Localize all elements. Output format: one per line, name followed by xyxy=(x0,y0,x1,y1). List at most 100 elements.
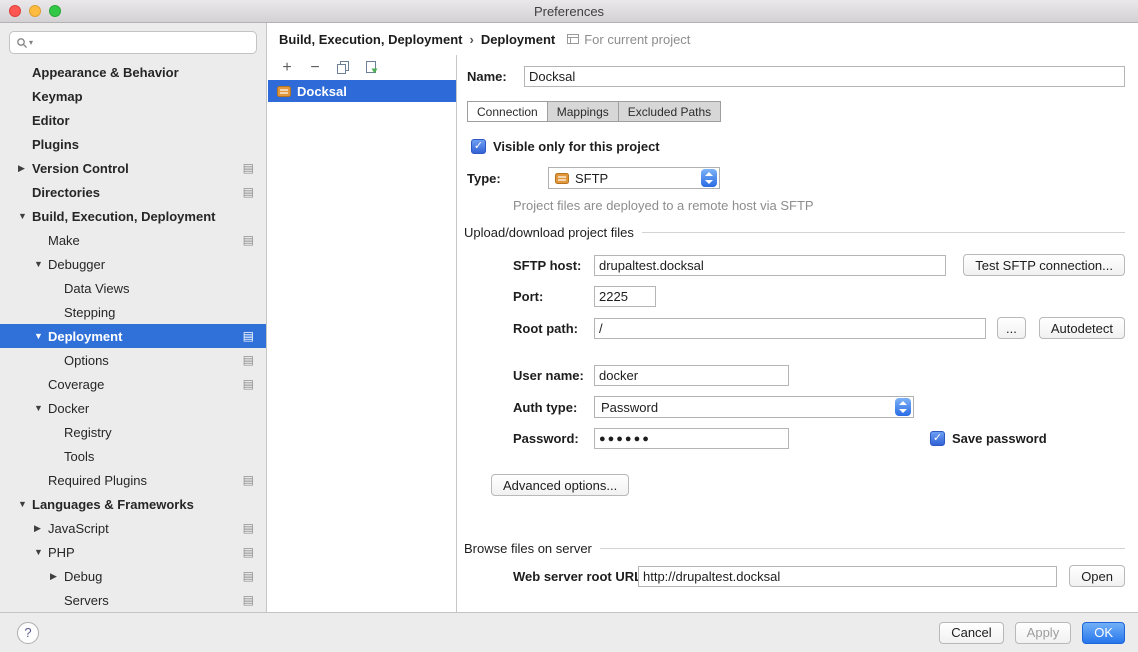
expand-arrow-icon[interactable]: ▼ xyxy=(34,331,48,341)
expand-arrow-icon[interactable]: ▼ xyxy=(18,499,32,509)
sidebar-item-version-control[interactable]: ▶Version Control ▤ xyxy=(0,156,266,180)
sidebar-item-stepping[interactable]: Stepping xyxy=(0,300,266,324)
web-root-row: Web server root URL: Open xyxy=(513,565,1125,587)
server-list-item-docksal[interactable]: Docksal xyxy=(268,80,456,102)
window-controls xyxy=(9,5,61,17)
dropdown-stepper-icon[interactable] xyxy=(895,398,911,416)
test-sftp-connection-button[interactable]: Test SFTP connection... xyxy=(963,254,1125,276)
help-button[interactable]: ? xyxy=(17,622,39,644)
sftp-host-label: SFTP host: xyxy=(513,258,594,273)
sidebar-item-build-execution-deployment[interactable]: ▼Build, Execution, Deployment xyxy=(0,204,266,228)
close-button[interactable] xyxy=(9,5,21,17)
tab-connection[interactable]: Connection xyxy=(467,101,548,122)
remove-button[interactable]: − xyxy=(307,60,323,76)
advanced-options-button[interactable]: Advanced options... xyxy=(491,474,629,496)
sidebar-item-label: JavaScript xyxy=(48,521,109,536)
expand-arrow-icon[interactable]: ▼ xyxy=(34,403,48,413)
expand-arrow-icon[interactable]: ▶ xyxy=(18,163,32,174)
sidebar-item-label: Plugins xyxy=(32,137,79,152)
sidebar-item-label: Servers xyxy=(64,593,109,608)
sidebar-item-label: Appearance & Behavior xyxy=(32,65,179,80)
chevron-down-icon[interactable]: ▾ xyxy=(29,38,33,47)
window-title: Preferences xyxy=(534,4,604,19)
name-field[interactable] xyxy=(524,66,1125,87)
project-settings-icon: ▤ xyxy=(243,570,254,582)
sidebar-item-required-plugins[interactable]: Required Plugins▤ xyxy=(0,468,266,492)
sidebar-item-tools[interactable]: Tools xyxy=(0,444,266,468)
zoom-button[interactable] xyxy=(49,5,61,17)
add-button[interactable]: + xyxy=(279,60,295,76)
ok-button[interactable]: OK xyxy=(1082,622,1125,644)
sidebar-item-php[interactable]: ▼PHP ▤ xyxy=(0,540,266,564)
sidebar-item-make[interactable]: Make▤ xyxy=(0,228,266,252)
project-settings-icon: ▤ xyxy=(243,546,254,558)
tab-excluded-paths[interactable]: Excluded Paths xyxy=(618,101,721,122)
password-field[interactable] xyxy=(594,428,789,449)
sidebar-item-label: Make xyxy=(48,233,80,248)
sidebar-item-label: Version Control xyxy=(32,161,129,176)
sidebar-item-editor[interactable]: Editor xyxy=(0,108,266,132)
type-select[interactable]: SFTP xyxy=(548,167,720,189)
sidebar-item-servers[interactable]: Servers ▤ xyxy=(0,588,266,612)
sidebar-item-data-views[interactable]: Data Views xyxy=(0,276,266,300)
breadcrumb-separator: › xyxy=(469,32,473,47)
search-input[interactable] xyxy=(34,33,250,52)
sidebar-item-coverage[interactable]: Coverage▤ xyxy=(0,372,266,396)
dropdown-stepper-icon[interactable] xyxy=(701,169,717,187)
sidebar-item-debugger[interactable]: ▼Debugger xyxy=(0,252,266,276)
apply-button[interactable]: Apply xyxy=(1015,622,1072,644)
expand-arrow-icon[interactable]: ▼ xyxy=(34,547,48,557)
sidebar-item-registry[interactable]: Registry xyxy=(0,420,266,444)
save-password-checkbox[interactable]: ✓ xyxy=(930,431,945,446)
sidebar-item-options[interactable]: Options▤ xyxy=(0,348,266,372)
section-divider xyxy=(600,548,1125,549)
copy-button[interactable] xyxy=(335,60,351,76)
user-name-field[interactable] xyxy=(594,365,789,386)
sidebar-item-languages-frameworks[interactable]: ▼Languages & Frameworks xyxy=(0,492,266,516)
sidebar-item-label: Registry xyxy=(64,425,112,440)
sidebar-item-javascript[interactable]: ▶JavaScript▤ xyxy=(0,516,266,540)
paste-button[interactable] xyxy=(363,60,379,76)
upload-section-title: Upload/download project files xyxy=(464,225,634,240)
tab-mappings[interactable]: Mappings xyxy=(547,101,619,122)
type-hint: Project files are deployed to a remote h… xyxy=(513,198,1125,213)
deployment-form: Name: Connection Mappings Excluded Paths… xyxy=(458,55,1138,612)
sidebar-item-label: Build, Execution, Deployment xyxy=(32,209,215,224)
project-settings-icon: ▤ xyxy=(243,162,254,174)
connection-tabs: Connection Mappings Excluded Paths xyxy=(467,101,1138,122)
breadcrumb-build-execution-deployment[interactable]: Build, Execution, Deployment xyxy=(279,32,462,47)
expand-arrow-icon[interactable]: ▼ xyxy=(34,259,48,269)
sidebar-item-keymap[interactable]: Keymap xyxy=(0,84,266,108)
port-field[interactable] xyxy=(594,286,656,307)
sidebar-item-plugins[interactable]: Plugins xyxy=(0,132,266,156)
auth-type-select[interactable]: Password xyxy=(594,396,914,418)
password-label: Password: xyxy=(513,431,594,446)
sidebar-item-docker[interactable]: ▼Docker xyxy=(0,396,266,420)
sidebar-item-directories[interactable]: Directories▤ xyxy=(0,180,266,204)
root-path-row: Root path: ... Autodetect xyxy=(513,317,1125,339)
sidebar-item-appearance-behavior[interactable]: Appearance & Behavior xyxy=(0,60,266,84)
sidebar-item-label: Directories xyxy=(32,185,100,200)
sidebar-item-debug[interactable]: ▶Debug▤ xyxy=(0,564,266,588)
sidebar-item-label: PHP xyxy=(48,545,75,560)
settings-search-box[interactable]: ▾ xyxy=(9,31,257,54)
root-path-field[interactable] xyxy=(594,318,986,339)
sftp-host-field[interactable] xyxy=(594,255,946,276)
port-row: Port: xyxy=(513,286,1125,307)
expand-arrow-icon[interactable]: ▶ xyxy=(34,523,48,534)
expand-arrow-icon[interactable]: ▶ xyxy=(50,571,64,582)
browse-root-path-button[interactable]: ... xyxy=(997,317,1026,339)
expand-arrow-icon[interactable]: ▼ xyxy=(18,211,32,221)
port-label: Port: xyxy=(513,289,594,304)
visible-only-checkbox[interactable]: ✓ xyxy=(471,139,486,154)
cancel-button[interactable]: Cancel xyxy=(939,622,1003,644)
open-button[interactable]: Open xyxy=(1069,565,1125,587)
autodetect-button[interactable]: Autodetect xyxy=(1039,317,1125,339)
web-root-field[interactable] xyxy=(638,566,1057,587)
sidebar-item-label: Required Plugins xyxy=(48,473,147,488)
minimize-button[interactable] xyxy=(29,5,41,17)
project-settings-icon: ▤ xyxy=(243,594,254,606)
settings-sidebar: ▾ Appearance & Behavior Keymap Editor Pl… xyxy=(0,23,267,612)
auth-type-label: Auth type: xyxy=(513,400,594,415)
sidebar-item-deployment[interactable]: ▼Deployment▤ xyxy=(0,324,266,348)
